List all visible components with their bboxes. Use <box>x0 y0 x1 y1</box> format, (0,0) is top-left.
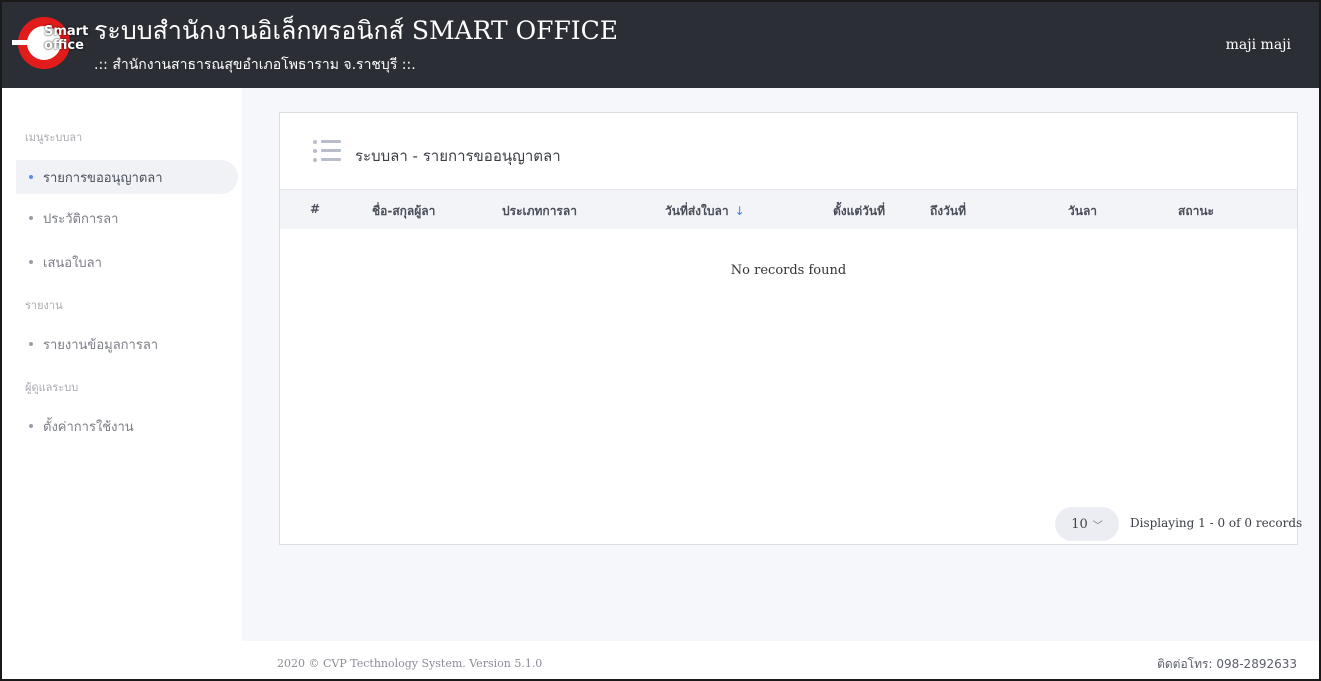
column-header-name[interactable]: ชื่อ-สกุลผู้ลา <box>372 202 435 221</box>
card-title: ระบบลา - รายการขออนุญาตลา <box>355 147 561 165</box>
sidebar-item-label: รายงานข้อมูลการลา <box>43 337 159 353</box>
footer: 2020 © CVP Tecthnology System. Version 5… <box>242 641 1319 679</box>
column-header-from-date[interactable]: ตั้งแต่วันที่ <box>833 202 885 221</box>
list-icon <box>313 140 341 162</box>
sidebar-item-leave-requests[interactable]: รายการขออนุญาตลา <box>16 160 238 194</box>
top-header: Smart office ระบบสำนักงานอิเล็กทรอนิกส์ … <box>2 2 1319 88</box>
sidebar-item-leave-history[interactable]: ประวัติการลา <box>16 201 238 235</box>
leave-list-card: ระบบลา - รายการขออนุญาตลา # ชื่อ-สกุลผู้… <box>279 112 1302 545</box>
column-header-status[interactable]: สถานะ <box>1178 202 1214 221</box>
app-frame: Smart office ระบบสำนักงานอิเล็กทรอนิกส์ … <box>0 0 1321 681</box>
column-header-days[interactable]: วันลา <box>1068 202 1097 221</box>
table-header: # ชื่อ-สกุลผู้ลา ประเภทการลา วันที่ส่งใบ… <box>280 189 1297 229</box>
copyright-text: 2020 © CVP Tecthnology System. Version 5… <box>277 657 543 670</box>
sidebar-item-label: เสนอใบลา <box>43 255 102 271</box>
sidebar-item-submit-leave[interactable]: เสนอใบลา <box>16 245 238 279</box>
sidebar-section-leave-menu: เมนูระบบลา <box>25 131 83 144</box>
logo-text: Smart office <box>44 24 89 53</box>
bullet-icon <box>29 216 33 220</box>
user-name-menu[interactable]: maji maji <box>1226 37 1291 53</box>
card-header: ระบบลา - รายการขออนุญาตลา <box>280 113 1297 189</box>
sidebar-item-label: รายการขออนุญาตลา <box>43 170 163 186</box>
records-summary: Displaying 1 - 0 of 0 records <box>1130 516 1303 530</box>
chevron-down-icon: ﹀ <box>1092 520 1103 532</box>
empty-message: No records found <box>730 263 847 278</box>
column-header-leave-type[interactable]: ประเภทการลา <box>502 202 577 221</box>
smart-office-logo[interactable]: Smart office <box>12 17 88 69</box>
column-header-label: วันที่ส่งใบลา <box>665 204 729 218</box>
column-header-submit-date[interactable]: วันที่ส่งใบลา ↓ <box>665 202 745 221</box>
sidebar-item-leave-report[interactable]: รายงานข้อมูลการลา <box>16 327 238 361</box>
bullet-icon <box>29 424 33 428</box>
sidebar-item-settings[interactable]: ตั้งค่าการใช้งาน <box>16 409 238 443</box>
sidebar: เมนูระบบลา รายการขออนุญาตลา ประวัติการลา… <box>2 88 242 679</box>
sort-descending-icon: ↓ <box>734 204 745 218</box>
main-content: ระบบลา - รายการขออนุญาตลา # ชื่อ-สกุลผู้… <box>242 88 1319 679</box>
page-size-value: 10 <box>1071 516 1088 532</box>
sidebar-item-label: ประวัติการลา <box>43 211 119 227</box>
organization-subtitle: .:: สำนักงานสาธารณสุขอำเภอโพธาราม จ.ราชบ… <box>94 57 416 73</box>
sidebar-section-admin: ผู้ดูแลระบบ <box>25 381 79 394</box>
column-header-to-date[interactable]: ถึงวันที่ <box>930 202 966 221</box>
contact-phone: ติดต่อโทร: 098-2892633 <box>1157 657 1297 671</box>
sidebar-section-reports: รายงาน <box>25 299 63 312</box>
page-size-select[interactable]: 10 ﹀ <box>1055 507 1119 541</box>
app-title: ระบบสำนักงานอิเล็กทรอนิกส์ SMART OFFICE <box>94 16 619 45</box>
bullet-icon <box>29 175 33 179</box>
sidebar-item-label: ตั้งค่าการใช้งาน <box>43 419 134 435</box>
bullet-icon <box>29 342 33 346</box>
bullet-icon <box>29 260 33 264</box>
column-header-index[interactable]: # <box>310 202 320 216</box>
